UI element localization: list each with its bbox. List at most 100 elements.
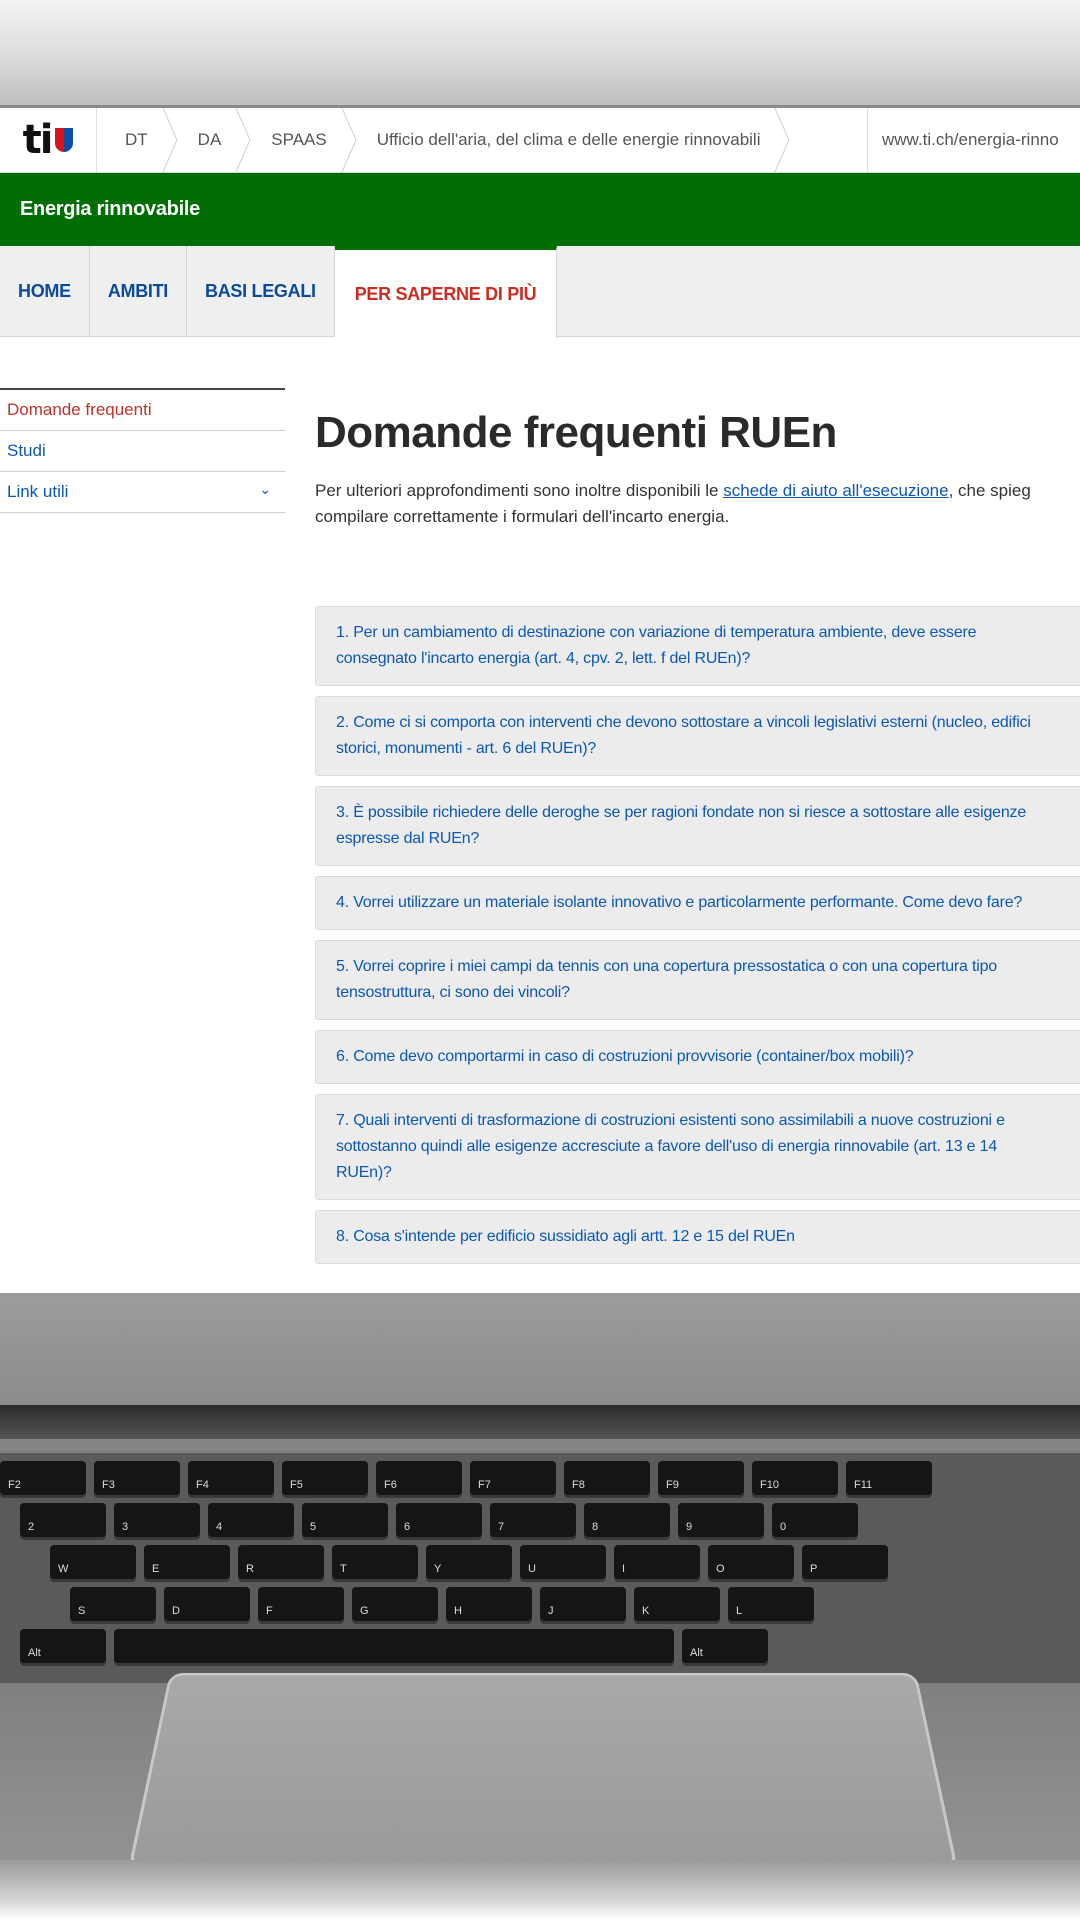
nav-home[interactable]: HOME: [0, 246, 90, 336]
laptop-keyboard-photo: F2 F3 F4 F5 F6 F7 F8 F9 F10 F11 234567890 WERTYUI…: [0, 1293, 1080, 1920]
key-row-bottom: Alt Alt: [20, 1629, 768, 1663]
top-breadcrumb-bar: ti DT DA SPAAS Ufficio dell'aria, del cl…: [0, 108, 1080, 173]
keyboard-key: R: [238, 1545, 324, 1579]
faq-question: 8. Cosa s'intende per edificio sussidiat…: [336, 1228, 795, 1245]
breadcrumb-label: DT: [125, 130, 148, 149]
breadcrumb-ufficio[interactable]: Ufficio dell'aria, del clima e delle ene…: [349, 108, 791, 172]
faq-item-1[interactable]: 1. Per un cambiamento di destinazione co…: [315, 606, 1080, 686]
laptop-front-edge: [0, 1860, 1080, 1920]
keyboard-key: F3: [94, 1461, 180, 1495]
sidebar-menu: Domande frequenti Studi Link utili ⌄: [0, 388, 285, 513]
faq-item-6[interactable]: 6. Come devo comportarmi in caso di cost…: [315, 1030, 1080, 1084]
logo-text: ti: [22, 117, 54, 163]
keyboard-key: Y: [426, 1545, 512, 1579]
sidebar-item-link-utili[interactable]: Link utili ⌄: [0, 472, 285, 513]
keyboard-key: F2: [0, 1461, 86, 1495]
keyboard-key: 3: [114, 1503, 200, 1537]
keyboard-key: F7: [470, 1461, 556, 1495]
chevron-down-icon[interactable]: ⌄: [259, 481, 271, 498]
keyboard: F2 F3 F4 F5 F6 F7 F8 F9 F10 F11 234567890 WERTYUI…: [0, 1453, 1080, 1683]
alt-key: Alt: [682, 1629, 768, 1663]
keyboard-key: 8: [584, 1503, 670, 1537]
faq-question: 6. Come devo comportarmi in caso di cost…: [336, 1048, 914, 1065]
keyboard-key: T: [332, 1545, 418, 1579]
page-title: Domande frequenti RUEn: [315, 408, 837, 457]
breadcrumb-dt[interactable]: DT: [97, 108, 178, 172]
schede-link[interactable]: schede di aiuto all'esecuzione: [723, 481, 948, 500]
key-row-numbers: 234567890: [20, 1503, 858, 1537]
faq-item-2[interactable]: 2. Come ci si comporta con interventi ch…: [315, 696, 1080, 776]
breadcrumb-spaas[interactable]: SPAAS: [243, 108, 357, 172]
intro-paragraph: Per ulteriori approfondimenti sono inolt…: [315, 478, 1080, 530]
keyboard-key: F: [258, 1587, 344, 1621]
keyboard-key: F5: [282, 1461, 368, 1495]
ti-logo[interactable]: ti: [0, 108, 97, 172]
key-row-function: F2 F3 F4 F5 F6 F7 F8 F9 F10 F11: [0, 1461, 932, 1495]
section-header-bar: Energia rinnovabile: [0, 173, 1080, 246]
keyboard-key: J: [540, 1587, 626, 1621]
keyboard-key: F9: [658, 1461, 744, 1495]
keyboard-key: H: [446, 1587, 532, 1621]
trackpad: [127, 1672, 959, 1870]
sidebar-item-label: Link utili: [7, 482, 69, 501]
breadcrumb-da[interactable]: DA: [170, 108, 251, 172]
faq-item-7[interactable]: 7. Quali interventi di trasformazione di…: [315, 1094, 1080, 1200]
keyboard-key: D: [164, 1587, 250, 1621]
keyboard-key: O: [708, 1545, 794, 1579]
keyboard-key: 7: [490, 1503, 576, 1537]
nav-basi-legali[interactable]: BASI LEGALI: [187, 246, 335, 336]
keyboard-key: F6: [376, 1461, 462, 1495]
sidebar-item-label: Studi: [7, 441, 46, 460]
keyboard-key: S: [70, 1587, 156, 1621]
nav-ambiti[interactable]: AMBITI: [90, 246, 188, 336]
keyboard-key: 9: [678, 1503, 764, 1537]
keyboard-key: F11: [846, 1461, 932, 1495]
faq-question: 2. Come ci si comporta con interventi ch…: [336, 714, 1031, 757]
browser-screen: ti DT DA SPAAS Ufficio dell'aria, del cl…: [0, 108, 1080, 1293]
keyboard-key: L: [728, 1587, 814, 1621]
keyboard-key: W: [50, 1545, 136, 1579]
keyboard-key: F4: [188, 1461, 274, 1495]
intro-text-line2: compilare correttamente i formulari dell…: [315, 507, 730, 526]
keyboard-key: 4: [208, 1503, 294, 1537]
faq-question: 3. È possibile richiedere delle deroghe …: [336, 804, 1027, 847]
faq-question: 5. Vorrei coprire i miei campi da tennis…: [336, 958, 997, 1001]
nav-per-saperne-di-piu[interactable]: PER SAPERNE DI PIÙ: [334, 246, 558, 338]
laptop-hinge: [0, 1405, 1080, 1439]
faq-question: 4. Vorrei utilizzare un materiale isolan…: [336, 894, 1023, 911]
keyboard-key: U: [520, 1545, 606, 1579]
key-row-home: SDFGHJKL: [70, 1587, 814, 1621]
main-content: Domande frequenti RUEn Per ulteriori app…: [315, 388, 1080, 1264]
breadcrumb-label: Ufficio dell'aria, del clima e delle ene…: [376, 130, 761, 149]
intro-text: Per ulteriori approfondimenti sono inolt…: [315, 481, 724, 500]
sidebar-item-studi[interactable]: Studi: [0, 431, 285, 472]
faq-accordion: 1. Per un cambiamento di destinazione co…: [315, 606, 1080, 1274]
keyboard-key: K: [634, 1587, 720, 1621]
main-navigation: HOME AMBITI BASI LEGALI PER SAPERNE DI P…: [0, 246, 1080, 338]
keyboard-key: P: [802, 1545, 888, 1579]
faq-item-8[interactable]: 8. Cosa s'intende per edificio sussidiat…: [315, 1210, 1080, 1264]
key-row-qwerty: WERTYUIOP: [50, 1545, 888, 1579]
keyboard-key: E: [144, 1545, 230, 1579]
ticino-shield-icon: [55, 128, 74, 152]
faq-item-5[interactable]: 5. Vorrei coprire i miei campi da tennis…: [315, 940, 1080, 1020]
keyboard-key: I: [614, 1545, 700, 1579]
sidebar-item-domande-frequenti[interactable]: Domande frequenti: [0, 388, 285, 431]
keyboard-key: G: [352, 1587, 438, 1621]
alt-key: Alt: [20, 1629, 106, 1663]
keyboard-key: 5: [302, 1503, 388, 1537]
section-title[interactable]: Energia rinnovabile: [20, 198, 200, 221]
breadcrumb-label: DA: [197, 130, 222, 149]
keyboard-key: F8: [564, 1461, 650, 1495]
keyboard-key: 2: [20, 1503, 106, 1537]
faq-item-3[interactable]: 3. È possibile richiedere delle deroghe …: [315, 786, 1080, 866]
faq-item-4[interactable]: 4. Vorrei utilizzare un materiale isolan…: [315, 876, 1080, 930]
site-url[interactable]: www.ti.ch/energia-rinno: [867, 108, 1080, 172]
monitor-bezel-top: [0, 0, 1080, 108]
intro-text-tail: , che spieg: [948, 481, 1031, 500]
keyboard-key: 0: [772, 1503, 858, 1537]
sidebar-item-label: Domande frequenti: [7, 400, 152, 419]
faq-question: 7. Quali interventi di trasformazione di…: [336, 1112, 1005, 1181]
keyboard-key: F10: [752, 1461, 838, 1495]
faq-question: 1. Per un cambiamento di destinazione co…: [336, 624, 977, 667]
